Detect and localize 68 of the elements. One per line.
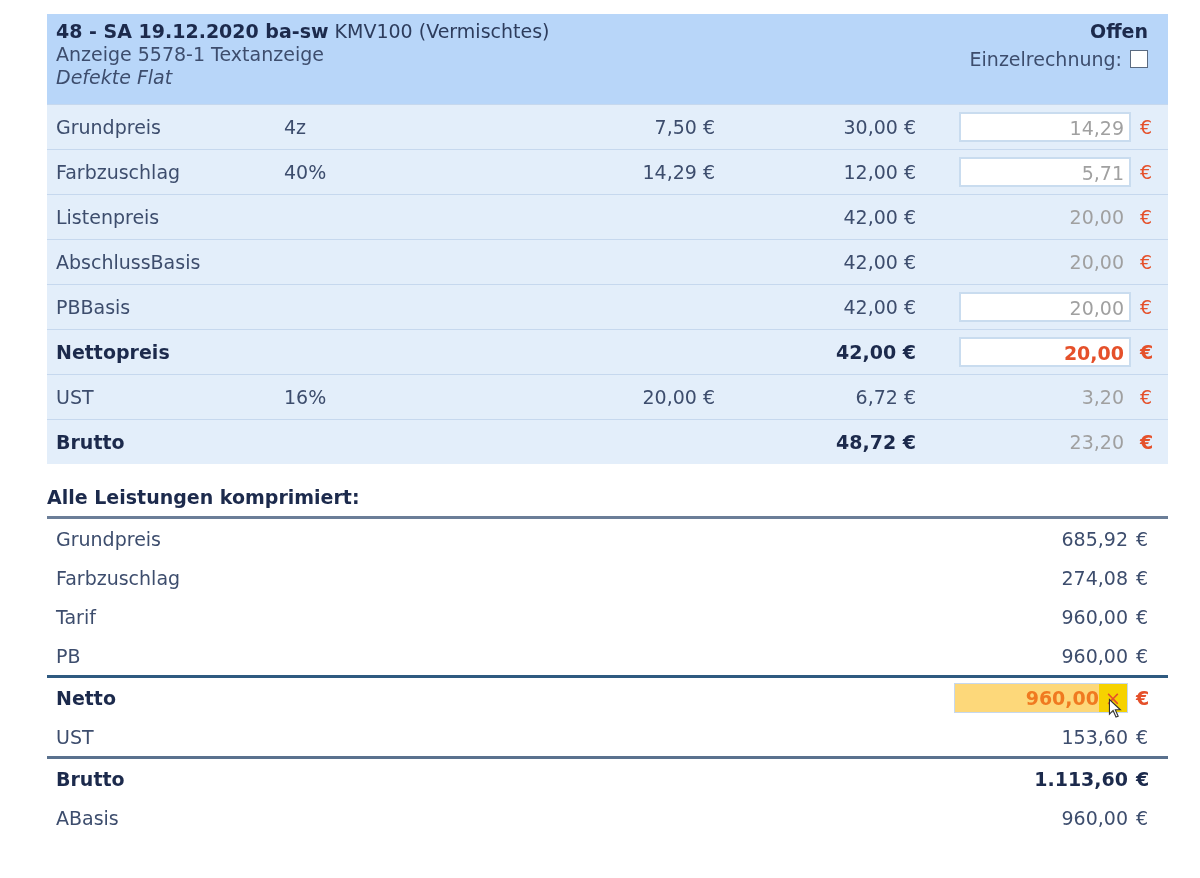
row-label: UST [56, 386, 95, 408]
currency-sign: € [1139, 341, 1155, 363]
unit-price-cell: 14,29 € [642, 161, 715, 183]
summary-label: Farbzuschlag [56, 566, 182, 589]
status-label: Offen [1090, 20, 1148, 42]
summary-amount: 960,00 [1061, 644, 1128, 667]
summary-label: Tarif [56, 605, 98, 628]
currency-sign: € [1139, 386, 1154, 408]
section-title: Alle Leistungen komprimiert: [47, 486, 1168, 519]
amount-cell: 48,72 € [836, 431, 916, 453]
summary-label: UST [56, 725, 95, 748]
amount-cell: 42,00 € [843, 206, 916, 228]
quantity-cell: 4z [284, 116, 307, 138]
summary-label: ABasis [56, 806, 120, 829]
row-label: Brutto [56, 431, 126, 453]
value-cell-text: 23,20 [1068, 431, 1125, 453]
unit-price-cell: 20,00 € [642, 386, 715, 408]
row-label: AbschlussBasis [56, 251, 202, 273]
value-cell-text: 20,00 [1068, 206, 1125, 228]
row-label: Nettopreis [56, 341, 171, 363]
value-cell-text: 20,00 [1068, 251, 1125, 273]
amount-input[interactable]: 14,29 [959, 112, 1131, 142]
currency-sign: € [1139, 431, 1155, 453]
amount-input[interactable]: 20,00 [959, 337, 1131, 367]
currency-sign: € [1135, 725, 1150, 748]
currency-sign: € [1139, 161, 1154, 183]
amount-cell: 42,00 € [843, 296, 916, 318]
amount-cell: 6,72 € [855, 386, 916, 408]
quantity-cell: 16% [284, 386, 327, 408]
summary-label: Grundpreis [56, 527, 162, 550]
currency-sign: € [1139, 251, 1154, 273]
summary-amount: 960,00 [1061, 605, 1128, 628]
checkbox-label: Einzelrechnung: [969, 48, 1122, 70]
summary-label: Brutto [56, 767, 126, 790]
amount-cell: 30,00 € [843, 116, 916, 138]
quantity-cell: 40% [284, 161, 327, 183]
currency-sign: € [1135, 767, 1151, 790]
currency-sign: € [1135, 806, 1150, 829]
currency-sign: € [1135, 527, 1150, 550]
note-text: Defekte Flat [56, 66, 174, 88]
unit-price-cell: 7,50 € [654, 116, 715, 138]
currency-sign: € [1135, 644, 1150, 667]
order-title: 48 - SA 19.12.2020 ba-sw KMV100 (Vermischtes) [56, 20, 550, 42]
value-cell-text: 3,20 [1080, 386, 1125, 408]
currency-sign: € [1139, 206, 1154, 228]
currency-sign: € [1139, 116, 1154, 138]
summary-amount: 685,92 [1061, 527, 1128, 550]
row-label: Listenpreis [56, 206, 161, 228]
summary-amount: 153,60 [1061, 725, 1128, 748]
currency-sign: € [1139, 296, 1154, 318]
amount-cell: 42,00 € [836, 341, 916, 363]
row-label: Farbzuschlag [56, 161, 182, 183]
row-label: Grundpreis [56, 116, 162, 138]
summary-amount: 960,00 [1061, 806, 1128, 829]
currency-sign: € [1135, 686, 1151, 709]
summary-amount: 1.113,60 [1034, 767, 1128, 790]
summary-label: PB [56, 644, 82, 667]
amount-cell: 42,00 € [843, 251, 916, 273]
checkbox[interactable] [1130, 50, 1148, 68]
currency-sign: € [1135, 605, 1150, 628]
ad-subtitle: Anzeige 5578-1 Textanzeige [56, 43, 325, 65]
summary-label: Netto [56, 686, 117, 709]
row-label: PBBasis [56, 296, 132, 318]
summary-amount: 274,08 [1061, 566, 1128, 589]
amount-cell: 12,00 € [843, 161, 916, 183]
currency-sign: € [1135, 566, 1150, 589]
amount-input[interactable]: 5,71 [959, 157, 1131, 187]
amount-input[interactable]: 20,00 [959, 292, 1131, 322]
